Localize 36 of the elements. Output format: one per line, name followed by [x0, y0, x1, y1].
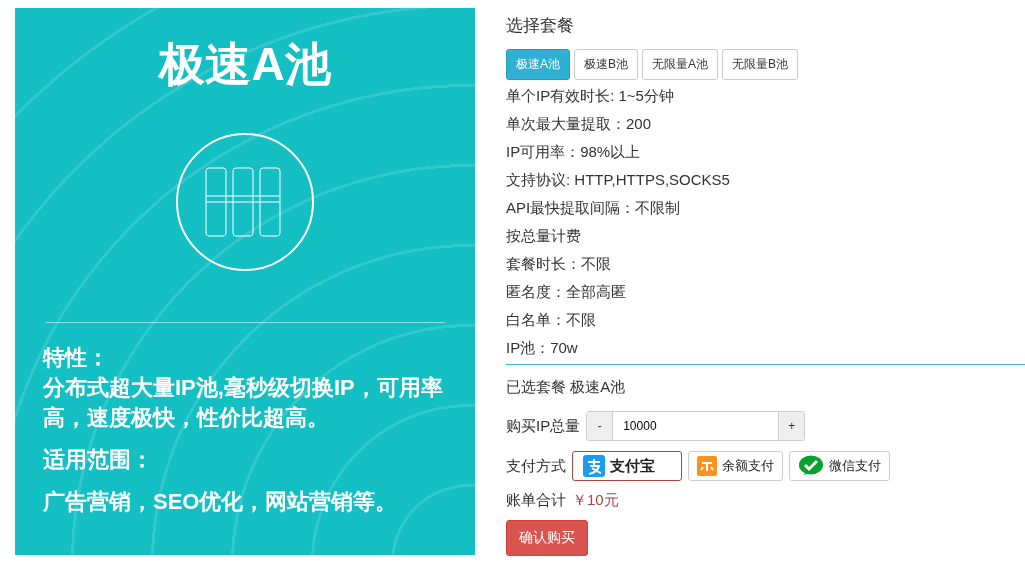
- payment-option[interactable]: 支付宝: [572, 451, 682, 481]
- increment-button[interactable]: +: [779, 412, 805, 440]
- spec-line: API最快提取间隔：不限制: [506, 198, 681, 218]
- payment-label: 支付方式: [506, 456, 566, 476]
- spec-line: 白名单：不限: [506, 310, 596, 330]
- spec-line: 单次最大量提取：200: [506, 114, 652, 134]
- features-text: 分布式超大量IP池,毫秒级切换IP，可用率高，速度极快，性价比超高。: [43, 374, 444, 432]
- payment-option[interactable]: 余额支付: [688, 451, 783, 481]
- selected-plan-text: 已选套餐 极速A池: [506, 377, 626, 397]
- quantity-label: 购买IP总量: [506, 416, 581, 436]
- quantity-stepper[interactable]: - 10000 +: [586, 411, 806, 441]
- spec-line: IP可用率：98%以上: [506, 142, 641, 162]
- spec-line: 按总量计费: [506, 226, 581, 246]
- payment-option[interactable]: 微信支付: [789, 451, 890, 481]
- plan-heading: 选择套餐: [506, 15, 574, 37]
- wallet-icon: [697, 456, 717, 476]
- server-emblem-icon: [175, 132, 315, 272]
- spec-line: 单个IP有效时长: 1~5分钟: [506, 86, 674, 106]
- confirm-button[interactable]: 确认购买: [506, 520, 588, 556]
- plan-tab[interactable]: 无限量A池: [642, 49, 719, 80]
- wechat-icon: [798, 455, 824, 477]
- total-label: 账单合计: [506, 491, 566, 510]
- features-heading: 特性：: [43, 344, 109, 372]
- alipay-icon: [583, 455, 605, 477]
- decrement-button[interactable]: -: [587, 412, 613, 440]
- scope-heading: 适用范围：: [43, 446, 153, 474]
- plan-tab[interactable]: 无限量B池: [722, 49, 799, 80]
- quantity-input[interactable]: 10000: [612, 412, 780, 440]
- scope-text: 广告营销，SEO优化，网站营销等。: [43, 488, 398, 516]
- total-price: ￥10元: [572, 491, 619, 510]
- spec-line: IP池：70w: [506, 338, 578, 358]
- spec-line: 套餐时长：不限: [506, 254, 611, 274]
- spec-line: 文持协议: HTTP,HTTPS,SOCKS5: [506, 170, 730, 190]
- spec-line: 匿名度：全部高匿: [506, 282, 626, 302]
- banner-title: 极速A池: [159, 37, 331, 92]
- plan-tab[interactable]: 极速B池: [574, 49, 639, 80]
